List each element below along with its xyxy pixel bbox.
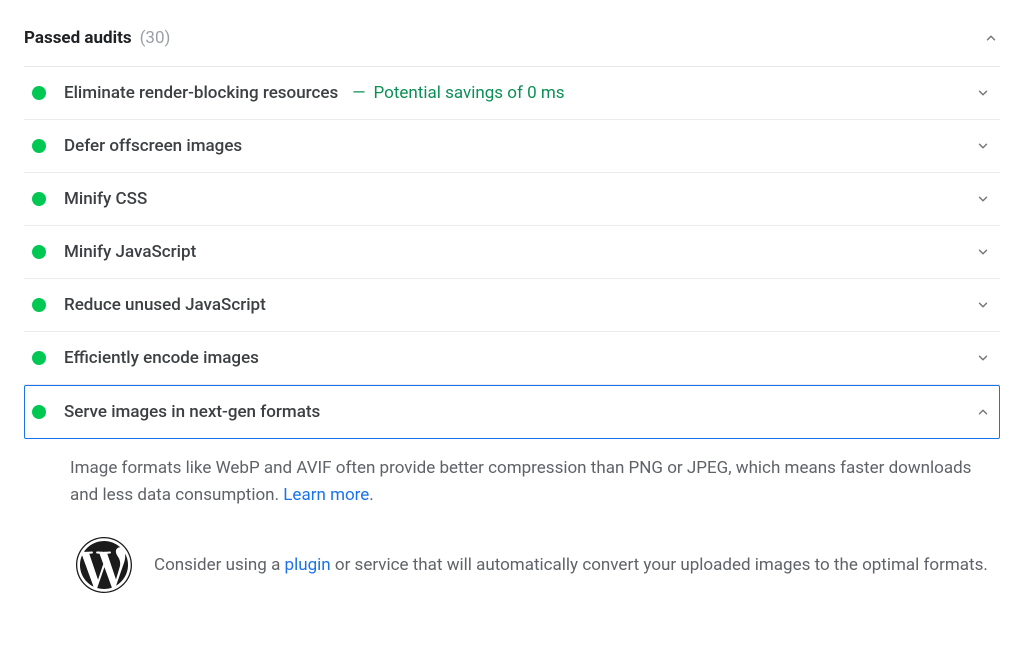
chevron-up-icon [982,29,1000,47]
wordpress-icon [76,537,132,593]
status-dot-icon [32,405,46,419]
passed-audits-title: Passed audits [24,28,132,48]
status-dot-icon [32,351,46,365]
chevron-down-icon [974,243,992,261]
audit-label: Serve images in next-gen formats [64,402,320,422]
plugin-link[interactable]: plugin [285,555,331,575]
chevron-down-icon [974,296,992,314]
tip-text: Consider using a plugin or service that … [154,552,988,579]
savings-separator: — [352,83,365,103]
status-dot-icon [32,139,46,153]
details-text: Image formats like WebP and AVIF often p… [70,458,971,505]
audit-label: Reduce unused JavaScript [64,295,266,315]
status-dot-icon [32,245,46,259]
savings-text: Potential savings of 0 ms [374,83,565,103]
audit-label: Eliminate render-blocking resources [64,83,338,103]
audit-row-minify-javascript[interactable]: Minify JavaScript [24,226,1000,279]
chevron-down-icon [974,84,992,102]
learn-more-link[interactable]: Learn more [283,485,369,505]
audit-label: Minify JavaScript [64,242,196,262]
status-dot-icon [32,298,46,312]
audit-row-defer-offscreen-images[interactable]: Defer offscreen images [24,120,1000,173]
audit-label: Minify CSS [64,189,147,209]
tip-text-after: or service that will automatically conve… [331,555,988,575]
passed-audits-header[interactable]: Passed audits (30) [24,20,1000,67]
status-dot-icon [32,192,46,206]
audit-label: Efficiently encode images [64,348,259,368]
chevron-down-icon [974,137,992,155]
audit-details: Image formats like WebP and AVIF often p… [24,439,1000,519]
chevron-down-icon [974,190,992,208]
audit-row-minify-css[interactable]: Minify CSS [24,173,1000,226]
chevron-up-icon [974,403,992,421]
audit-row-serve-images-next-gen[interactable]: Serve images in next-gen formats [24,385,1000,439]
audit-row-efficiently-encode-images[interactable]: Efficiently encode images [24,332,1000,385]
passed-audits-count: (30) [140,28,171,48]
status-dot-icon [32,86,46,100]
tip-text-before: Consider using a [154,555,285,575]
audit-row-eliminate-render-blocking[interactable]: Eliminate render-blocking resources — Po… [24,67,1000,120]
details-text-after: . [369,485,373,505]
audit-row-reduce-unused-javascript[interactable]: Reduce unused JavaScript [24,279,1000,332]
chevron-down-icon [974,349,992,367]
wordpress-tip: Consider using a plugin or service that … [24,519,1000,603]
audit-label: Defer offscreen images [64,136,242,156]
